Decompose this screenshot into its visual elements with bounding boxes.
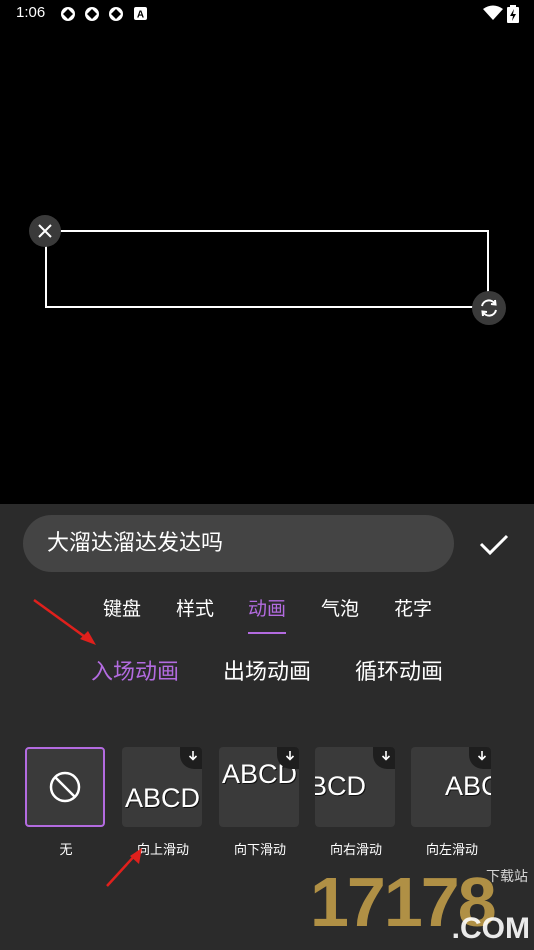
annotation-arrow [106, 848, 142, 887]
download-badge [373, 747, 395, 769]
subtab-exit[interactable]: 出场动画 [223, 654, 311, 686]
preview-canvas[interactable] [0, 26, 534, 504]
effect-thumbnail: BCD [315, 747, 395, 827]
effect-slide-up[interactable]: ABCD 向上滑动 [122, 747, 204, 858]
effect-preview-text: ABC [445, 771, 491, 801]
download-badge [180, 747, 202, 769]
app-notification-icon [85, 7, 99, 21]
delete-text-button[interactable] [29, 215, 61, 247]
text-input[interactable]: 大溜达溜达发达吗 [23, 515, 454, 572]
tab-keyboard[interactable]: 键盘 [103, 594, 141, 621]
effect-label: 向下滑动 [233, 843, 286, 858]
svg-text:A: A [137, 10, 144, 21]
effect-label: 向右滑动 [329, 843, 382, 858]
subtab-entrance[interactable]: 入场动画 [91, 654, 179, 686]
confirm-check-icon[interactable] [474, 524, 514, 564]
subtab-loop[interactable]: 循环动画 [355, 654, 443, 686]
download-badge [469, 747, 491, 769]
effect-preview-text: ABCD [125, 783, 201, 813]
tab-bubble[interactable]: 气泡 [321, 594, 359, 621]
download-icon [477, 751, 487, 761]
animation-type-tabs: 入场动画 出场动画 循环动画 [0, 650, 534, 690]
effect-label: 无 [59, 843, 73, 858]
battery-icon [507, 5, 519, 23]
effect-label: 向左滑动 [425, 843, 478, 858]
status-bar: 1:06 A [0, 0, 534, 26]
text-box-frame[interactable] [45, 230, 489, 308]
app-notification-icon [61, 7, 75, 21]
tab-fancy-text[interactable]: 花字 [394, 594, 432, 621]
rotate-icon [481, 299, 497, 317]
site-watermark: 17178 下载站 .COM [310, 862, 534, 950]
download-icon [188, 751, 198, 761]
status-time: 1:06 [16, 4, 46, 21]
effect-preview-text: BCD [315, 771, 367, 801]
effects-list[interactable]: 无 ABCD 向上滑动 ABCD 向下滑动 BCD 向右滑动 ABC 向左滑动 [0, 747, 534, 867]
none-icon [49, 771, 81, 803]
tab-style[interactable]: 样式 [176, 594, 214, 621]
active-tab-indicator [248, 632, 286, 634]
rotate-scale-handle[interactable] [472, 291, 506, 325]
effect-thumbnail: ABCD [122, 747, 202, 827]
tab-animation[interactable]: 动画 [248, 594, 286, 621]
wifi-icon [483, 5, 503, 20]
annotation-arrow [33, 598, 96, 645]
download-icon [381, 751, 391, 761]
effect-slide-right[interactable]: BCD 向右滑动 [315, 747, 397, 858]
a-notification-icon: A [134, 7, 147, 20]
download-icon [285, 751, 295, 761]
effect-thumbnail [25, 747, 105, 827]
effect-none[interactable]: 无 [25, 747, 107, 858]
watermark-label: 下载站 [486, 869, 528, 885]
effect-slide-down[interactable]: ABCD 向下滑动 [219, 747, 301, 858]
effect-thumbnail: ABC [411, 747, 491, 827]
close-icon [38, 224, 52, 238]
effect-thumbnail: ABCD [219, 747, 299, 827]
download-badge [277, 747, 299, 769]
effect-slide-left[interactable]: ABC 向左滑动 [411, 747, 493, 858]
app-notification-icon [109, 7, 123, 21]
watermark-domain: .COM [451, 912, 530, 945]
